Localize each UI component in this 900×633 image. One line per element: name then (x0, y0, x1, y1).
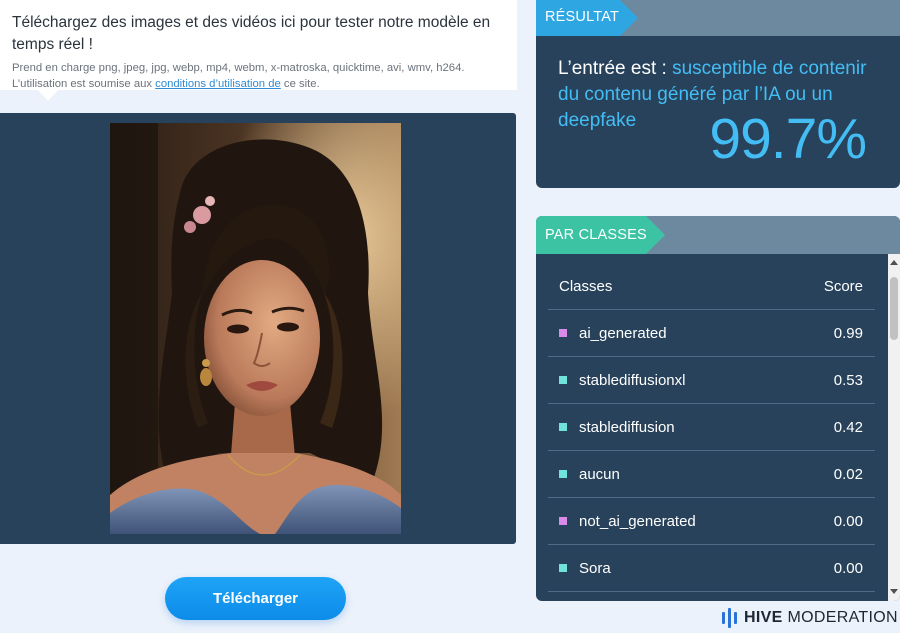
table-row: not_ai_generated 0.00 (548, 498, 875, 545)
result-tag: RÉSULTAT (536, 0, 638, 36)
table-row: ai_generated 0.99 (548, 310, 875, 357)
class-color-swatch (559, 517, 567, 525)
classes-body: Classes Score ai_generated 0.99 stabledi… (536, 254, 900, 601)
class-score: 0.99 (833, 324, 863, 342)
verdict-prefix: L’entrée est : (558, 58, 673, 79)
scroll-up-arrow-icon[interactable] (890, 260, 898, 265)
class-name: stablediffusion (579, 418, 675, 436)
table-row: Sora 0.00 (548, 545, 875, 592)
classes-card-header: PAR CLASSES (536, 216, 900, 254)
classes-scrollbar[interactable] (888, 254, 900, 601)
class-name: ai_generated (579, 324, 667, 342)
brand-logo: HIVE MODERATION (722, 607, 898, 629)
upload-instructions-panel: Téléchargez des images et des vidéos ici… (0, 0, 517, 90)
terms-text: L’utilisation est soumise aux conditions… (12, 78, 320, 90)
uploaded-image (110, 123, 401, 534)
class-score: 0.02 (833, 465, 863, 483)
preview-stage (0, 113, 516, 544)
result-card-header: RÉSULTAT (536, 0, 900, 36)
result-card: RÉSULTAT L’entrée est : susceptible de c… (536, 0, 900, 188)
result-body: L’entrée est : susceptible de contenir d… (536, 36, 900, 188)
class-name: not_ai_generated (579, 512, 696, 530)
table-row: stablediffusionxl 0.53 (548, 357, 875, 404)
class-color-swatch (559, 470, 567, 478)
terms-suffix: ce site. (280, 78, 320, 90)
panel-pointer (38, 90, 58, 101)
column-header-score: Score (823, 278, 863, 295)
classes-tag: PAR CLASSES (536, 216, 665, 254)
confidence-score: 99.7% (709, 107, 867, 171)
column-header-class: Classes (559, 278, 613, 295)
terms-link[interactable]: conditions d’utilisation de (155, 78, 281, 90)
class-name: Sora (579, 559, 611, 577)
formats-text: Prend en charge png, jpeg, jpg, webp, mp… (12, 62, 465, 74)
hive-logo-icon (722, 608, 737, 628)
classes-table-header: Classes Score (548, 264, 875, 310)
terms-prefix: L’utilisation est soumise aux (12, 78, 156, 90)
classes-card: PAR CLASSES Classes Score ai_generated 0… (536, 216, 900, 601)
class-score: 0.00 (833, 559, 863, 577)
class-color-swatch (559, 329, 567, 337)
class-score: 0.00 (833, 512, 863, 530)
table-row: aucun 0.02 (548, 451, 875, 498)
classes-table: Classes Score ai_generated 0.99 stabledi… (548, 264, 875, 592)
scroll-down-arrow-icon[interactable] (890, 589, 898, 594)
brand-name-bold: HIVE (744, 609, 783, 626)
scroll-thumb[interactable] (890, 277, 898, 340)
supported-formats-text: Prend en charge png, jpeg, jpg, webp, mp… (12, 60, 505, 92)
upload-button[interactable]: Télécharger (165, 577, 346, 620)
upload-heading: Téléchargez des images et des vidéos ici… (12, 14, 491, 53)
brand-name-rest: MODERATION (787, 609, 898, 626)
class-color-swatch (559, 564, 567, 572)
class-score: 0.42 (833, 418, 863, 436)
class-score: 0.53 (833, 371, 863, 389)
class-name: stablediffusionxl (579, 371, 686, 389)
class-color-swatch (559, 376, 567, 384)
class-name: aucun (579, 465, 620, 483)
class-color-swatch (559, 423, 567, 431)
table-row: stablediffusion 0.42 (548, 404, 875, 451)
